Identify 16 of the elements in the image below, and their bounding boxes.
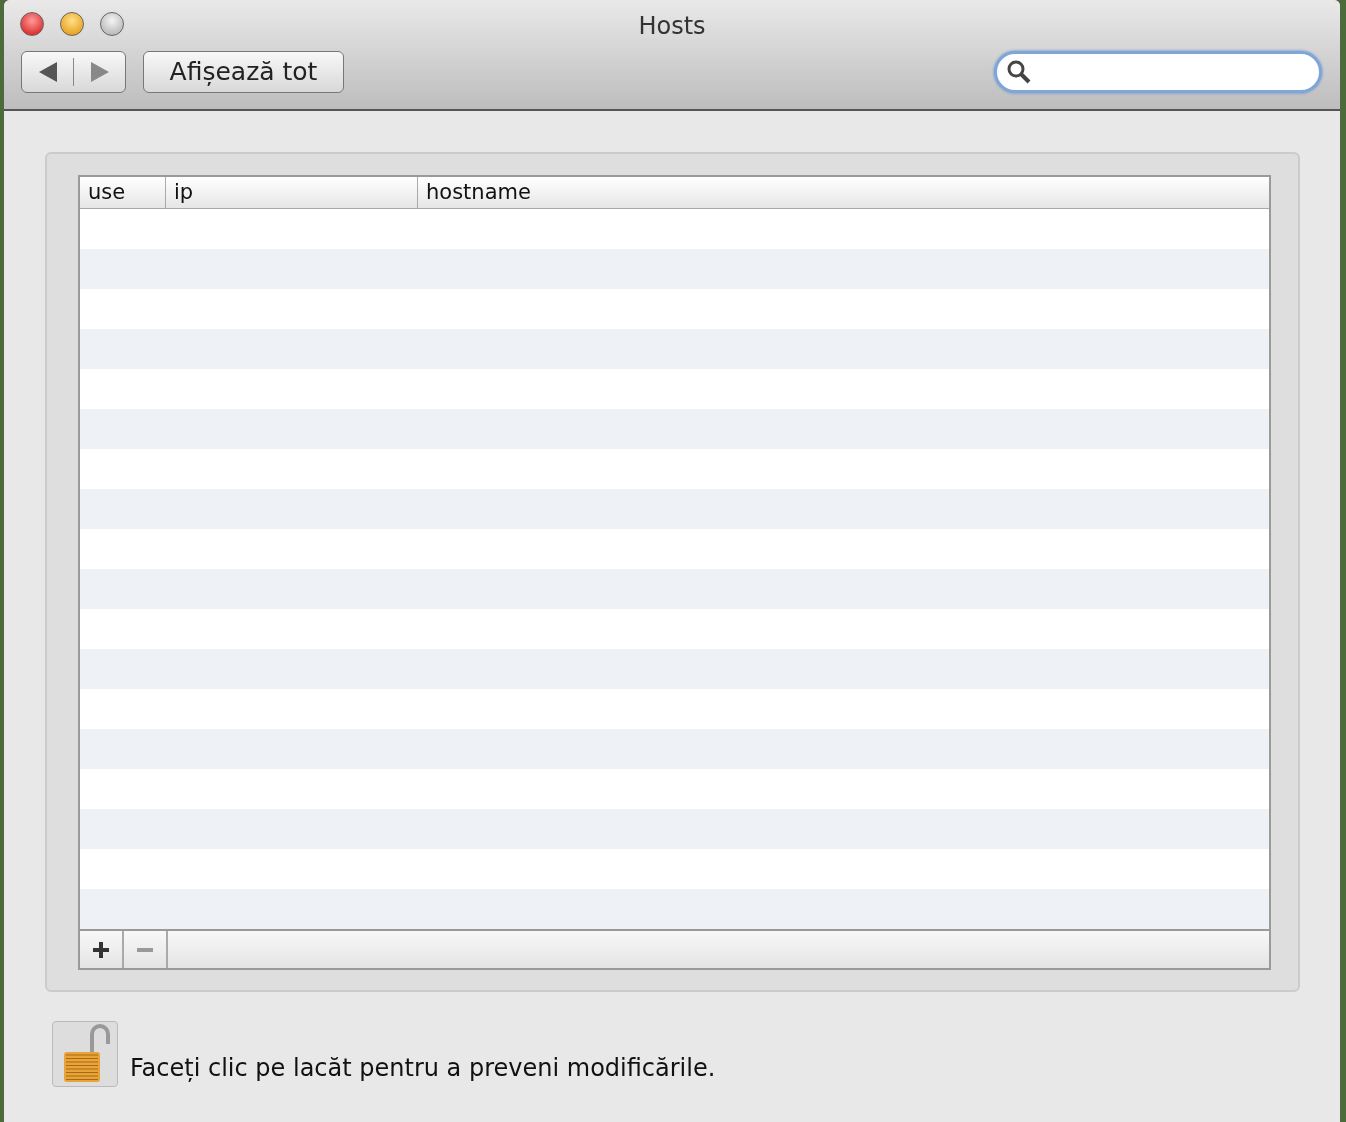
column-header[interactable]: ip xyxy=(166,177,418,208)
forward-arrow-icon xyxy=(90,62,109,82)
window-title: Hosts xyxy=(638,11,706,42)
close-button[interactable] xyxy=(20,12,44,36)
plus-icon xyxy=(93,941,109,958)
column-header[interactable]: hostname xyxy=(418,177,1269,208)
show-all-button[interactable]: Afișează tot xyxy=(143,51,344,93)
column-header[interactable]: use xyxy=(80,177,166,208)
search-field[interactable] xyxy=(994,51,1322,93)
back-arrow-icon xyxy=(38,62,57,82)
search-icon xyxy=(1007,60,1031,84)
zoom-button[interactable] xyxy=(100,12,124,36)
minimize-button[interactable] xyxy=(60,12,84,36)
lock-message: Faceți clic pe lacăt pentru a preveni modificările. xyxy=(130,1053,716,1084)
lock-button[interactable] xyxy=(52,1021,118,1087)
minus-icon xyxy=(137,947,153,952)
